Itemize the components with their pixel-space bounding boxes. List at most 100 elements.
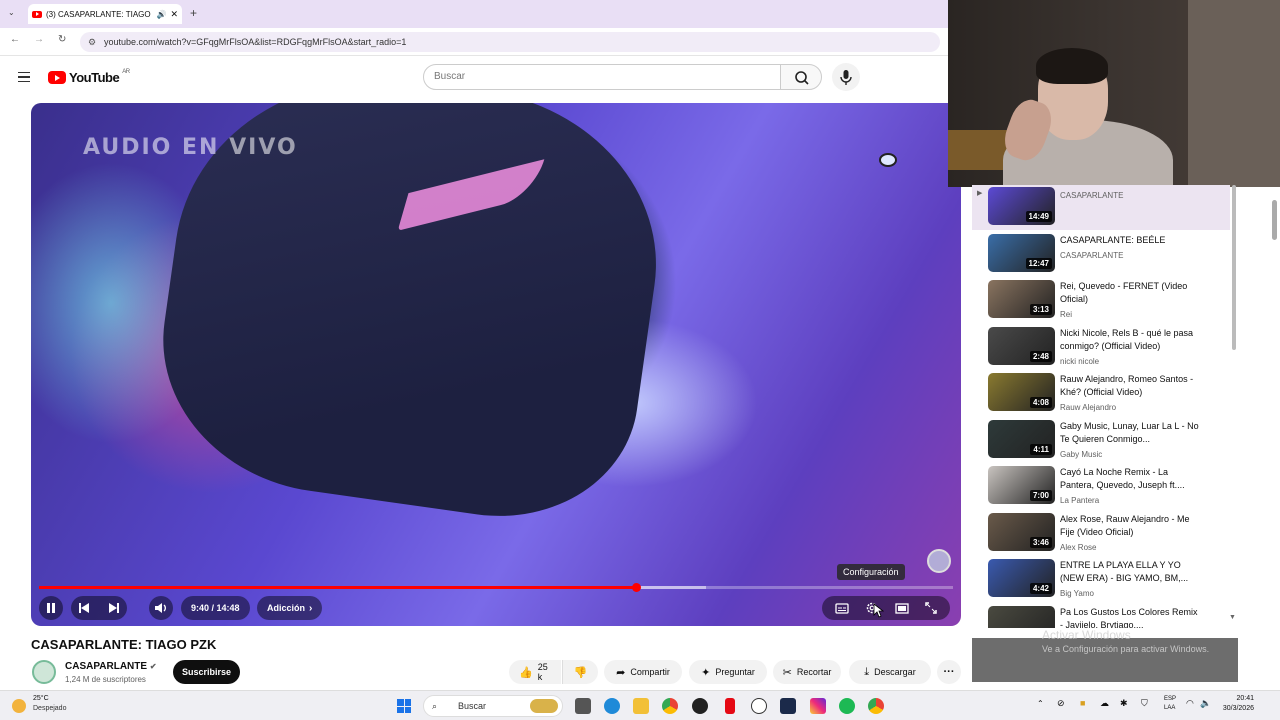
netflix-icon[interactable]: [725, 698, 735, 714]
playlist-item-title[interactable]: Gaby Music, Lunay, Luar La L - No Te Qui…: [1060, 420, 1200, 446]
windows-taskbar: 25°C Despejado ⌕ Buscar ⌃ ⊘ ■ ☁ ✱ ⛉ ESP …: [0, 690, 1280, 720]
video-player[interactable]: AUDIO EN VIVO Configuración 9:40 / 14:48…: [31, 103, 961, 626]
playlist-item-title[interactable]: ENTRE LA PLAYA ELLA Y YO (NEW ERA) - BIG…: [1060, 559, 1200, 585]
chapter-button[interactable]: Adicción ›: [257, 596, 323, 620]
playlist-item[interactable]: ▶ 14:49 CASAPARLANTE: [972, 185, 1230, 230]
playlist-scrollbar[interactable]: [1230, 185, 1238, 350]
reload-icon[interactable]: ↻: [58, 34, 66, 45]
steam-icon[interactable]: [692, 698, 708, 714]
chrome-icon[interactable]: [662, 698, 678, 714]
task-view-icon[interactable]: [575, 698, 591, 714]
playlist-item[interactable]: 3:13 Rei, Quevedo - FERNET (Video Oficial…: [972, 278, 1230, 323]
playlist-thumbnail[interactable]: 3:46: [988, 512, 1055, 551]
playlist-thumbnail[interactable]: 5:22: [988, 605, 1055, 628]
tray-wifi-icon[interactable]: ◠: [1186, 698, 1194, 709]
download-button[interactable]: ⤓ Descargar: [849, 660, 931, 684]
tray-keyboard-layout[interactable]: LAA: [1164, 705, 1175, 711]
playlist-thumbnail[interactable]: 4:08: [988, 373, 1055, 411]
miniplayer-icon[interactable]: [895, 602, 909, 614]
fullscreen-icon[interactable]: [925, 602, 937, 614]
audio-playing-icon[interactable]: 🔊: [156, 10, 166, 19]
tray-chevron-icon[interactable]: ⌃: [1037, 699, 1044, 708]
instagram-icon[interactable]: [810, 698, 826, 714]
playlist-item[interactable]: 7:00 Cayó La Noche Remix - La Pantera, Qu…: [972, 464, 1230, 509]
progress-scrubber[interactable]: [631, 583, 641, 592]
new-tab-icon[interactable]: +: [190, 6, 197, 20]
playlist-item[interactable]: 4:42 ENTRE LA PLAYA ELLA Y YO (NEW ERA) -…: [972, 557, 1230, 602]
spotify-icon[interactable]: [839, 698, 855, 714]
playlist-thumbnail[interactable]: 4:42: [988, 559, 1055, 597]
playlist-item-title[interactable]: CASAPARLANTE: BEÉLE: [1060, 234, 1200, 247]
playlist-item[interactable]: 3:46 Alex Rose, Rauw Alejandro - Me Fije …: [972, 511, 1230, 556]
channel-watermark[interactable]: [927, 549, 951, 573]
playlist-item-title[interactable]: Nicki Nicole, Rels B - qué le pasa conmi…: [1060, 327, 1200, 353]
tray-bluetooth-icon[interactable]: ✱: [1120, 698, 1128, 709]
tray-cloud-icon[interactable]: ☁: [1100, 698, 1109, 709]
clip-button[interactable]: ✂ Recortar: [773, 660, 841, 684]
disney-plus-icon[interactable]: [780, 698, 796, 714]
playlist-thumbnail[interactable]: 4:11: [988, 419, 1055, 458]
playlist-item[interactable]: 12:47 CASAPARLANTE: BEÉLE CASAPARLANTE: [972, 232, 1230, 277]
playlist-item-title[interactable]: Rauw Alejandro, Romeo Santos - Khé? (Off…: [1060, 373, 1200, 399]
playlist-item[interactable]: 2:48 Nicki Nicole, Rels B - qué le pasa c…: [972, 325, 1230, 370]
more-actions-button[interactable]: ···: [937, 660, 961, 684]
taskbar-date[interactable]: 30/3/2026: [1212, 705, 1254, 712]
search-input[interactable]: Buscar: [423, 64, 781, 90]
channel-name[interactable]: CASAPARLANTE ✔: [65, 661, 157, 672]
url-field[interactable]: ⚙ youtube.com/watch?v=GFqgMrFlsOA&list=R…: [80, 32, 940, 52]
back-icon[interactable]: ←: [10, 34, 20, 45]
page-scrollbar[interactable]: [1272, 200, 1277, 240]
search-button[interactable]: [780, 64, 822, 90]
dislike-button[interactable]: 👎: [562, 660, 598, 684]
voice-search-button[interactable]: [832, 63, 860, 91]
tray-volume-icon[interactable]: 🔈: [1200, 698, 1211, 709]
forward-icon[interactable]: →: [34, 34, 44, 45]
close-tab-icon[interactable]: ✕: [170, 9, 178, 20]
playlist-item[interactable]: 4:08 Rauw Alejandro, Romeo Santos - Khé? …: [972, 371, 1230, 416]
playlist-thumbnail[interactable]: 2:48: [988, 326, 1055, 365]
browser-tab-active[interactable]: (3) CASAPARLANTE: TIAGO 🔊 ✕: [28, 4, 182, 24]
playlist-thumbnail[interactable]: 3:13: [988, 280, 1055, 318]
playlist-thumbnail[interactable]: 14:49: [988, 187, 1055, 225]
taskbar-search[interactable]: ⌕ Buscar: [423, 695, 563, 717]
tray-shield-icon[interactable]: ⛉: [1141, 698, 1148, 709]
playlist-item-channel: CASAPARLANTE: [1060, 250, 1124, 260]
subtitles-icon[interactable]: [835, 602, 849, 614]
start-button[interactable]: [397, 699, 411, 713]
volume-button[interactable]: [149, 596, 173, 620]
weather-icon[interactable]: [12, 699, 26, 713]
tab-list-chevron-icon[interactable]: ⌄: [8, 8, 15, 17]
pause-button[interactable]: [39, 596, 63, 620]
taskbar-clock[interactable]: 20:41: [1218, 695, 1254, 702]
playlist-item-title[interactable]: Pa Los Gustos Los Colores Remix - Javiie…: [1060, 606, 1200, 629]
subscribe-button[interactable]: Suscribirse: [173, 660, 240, 684]
like-button[interactable]: 👍 25 k: [509, 660, 561, 684]
file-explorer-icon[interactable]: [633, 698, 649, 714]
playlist-duration: 12:47: [1025, 257, 1052, 269]
playlist-item[interactable]: 5:22Pa Los Gustos Los Colores Remix - Ja…: [972, 604, 1230, 629]
youtube-logo[interactable]: YouTube AR: [48, 69, 130, 85]
ask-button[interactable]: ✦ Preguntar: [689, 660, 767, 684]
tray-network-off-icon[interactable]: ⊘: [1057, 698, 1065, 709]
playlist-thumbnail[interactable]: 7:00: [988, 466, 1055, 504]
tray-language[interactable]: ESP: [1164, 696, 1176, 702]
playlist-item[interactable]: 4:11 Gaby Music, Lunay, Luar La L - No Te…: [972, 418, 1230, 463]
next-icon[interactable]: [108, 602, 120, 614]
playlist-thumbnail[interactable]: 12:47: [988, 233, 1055, 272]
chrome-active-icon[interactable]: [868, 698, 884, 714]
chatgpt-icon[interactable]: [751, 698, 767, 714]
site-info-icon[interactable]: ⚙: [88, 32, 96, 52]
menu-icon[interactable]: [18, 72, 30, 82]
channel-avatar[interactable]: [32, 660, 56, 684]
scroll-down-icon[interactable]: ▼: [1229, 614, 1236, 621]
webcam-overlay: [948, 0, 1280, 187]
playlist-item-title[interactable]: Alex Rose, Rauw Alejandro - Me Fije (Vid…: [1060, 513, 1200, 539]
previous-icon[interactable]: [78, 602, 90, 614]
playlist-item-title[interactable]: Cayó La Noche Remix - La Pantera, Queved…: [1060, 466, 1200, 492]
progress-bar[interactable]: [39, 583, 953, 592]
tray-app-icon[interactable]: ■: [1080, 698, 1085, 708]
share-button[interactable]: ➦ Compartir: [604, 660, 682, 684]
playlist-item-title[interactable]: Rei, Quevedo - FERNET (Video Oficial): [1060, 280, 1200, 306]
edge-icon[interactable]: [604, 698, 620, 714]
channel-name-text: CASAPARLANTE: [65, 661, 148, 672]
